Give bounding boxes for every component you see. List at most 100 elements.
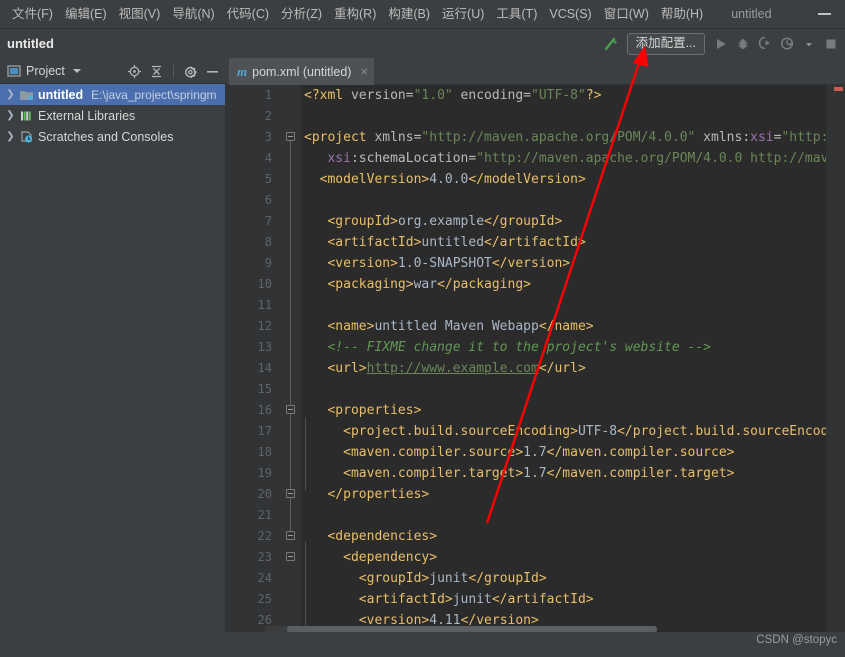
- line-number: 2: [264, 109, 272, 123]
- code-line-18: <maven.compiler.source>1.7</maven.compil…: [343, 445, 735, 460]
- line-number: 22: [257, 529, 272, 543]
- fold-toggle-properties[interactable]: [286, 405, 295, 414]
- profile-icon[interactable]: [777, 34, 797, 54]
- line-number: 11: [257, 298, 272, 312]
- menu-item-view[interactable]: 视图(V): [113, 3, 167, 25]
- fold-toggle-dependencies[interactable]: [286, 531, 295, 540]
- project-tree: ❯ untitled E:\java_project\springm ❯ Ext…: [0, 84, 225, 657]
- line-number: 20: [257, 487, 272, 501]
- menu-item-code[interactable]: 代码(C): [221, 3, 275, 25]
- tab-pom-xml[interactable]: m pom.xml (untitled) ×: [229, 58, 375, 85]
- close-icon[interactable]: ×: [360, 64, 368, 79]
- stop-icon[interactable]: [821, 34, 841, 54]
- line-number: 23: [257, 550, 272, 564]
- menu-item-help[interactable]: 帮助(H): [655, 3, 709, 25]
- code-line-5: <modelVersion>4.0.0</modelVersion>: [319, 172, 586, 187]
- chevron-down-icon[interactable]: [72, 68, 81, 73]
- menu-item-build[interactable]: 构建(B): [382, 3, 436, 25]
- chevron-down-icon[interactable]: [799, 34, 819, 54]
- menu-item-tools[interactable]: 工具(T): [490, 3, 543, 25]
- code-line-7: <groupId>org.example</groupId>: [327, 214, 563, 229]
- line-number: 17: [257, 424, 272, 438]
- project-window-icon: [7, 64, 21, 77]
- code-line-3: <project xmlns="http://maven.apache.org/…: [304, 130, 845, 145]
- debug-icon[interactable]: [733, 34, 753, 54]
- libraries-icon: [21, 111, 31, 120]
- code-content[interactable]: <?xml version="1.0" encoding="UTF-8"?> <…: [301, 85, 845, 632]
- chevron-right-icon[interactable]: ❯: [6, 110, 15, 121]
- code-editor[interactable]: 1 2 3 4 5 6 7 8 9 10 11 12 13 14 15 16 1…: [225, 85, 845, 632]
- chevron-right-icon[interactable]: ❯: [6, 89, 15, 100]
- menu-item-navigate[interactable]: 导航(N): [166, 3, 220, 25]
- window-title: untitled: [731, 7, 772, 21]
- minimize-icon[interactable]: [818, 13, 831, 15]
- menu-item-run[interactable]: 运行(U): [436, 3, 490, 25]
- main-toolbar: untitled 添加配置...: [0, 29, 845, 58]
- watermark: CSDN @stopyc: [756, 634, 837, 646]
- line-number: 25: [257, 592, 272, 606]
- line-number-gutter: 1 2 3 4 5 6 7 8 9 10 11 12 13 14 15 16 1…: [225, 85, 278, 632]
- fold-end-properties[interactable]: [286, 489, 295, 498]
- menu-bar: 文件(F) 编辑(E) 视图(V) 导航(N) 代码(C) 分析(Z) 重构(R…: [0, 0, 845, 29]
- line-number: 9: [264, 256, 272, 270]
- add-config-button[interactable]: 添加配置...: [626, 32, 705, 55]
- code-line-16: <properties>: [327, 403, 422, 418]
- locate-target-icon[interactable]: [126, 63, 143, 80]
- code-line-22: <dependencies>: [327, 529, 438, 544]
- error-stripe-mark[interactable]: [834, 87, 843, 91]
- status-bar: [0, 632, 845, 657]
- code-line-24: <groupId>junit</groupId>: [358, 571, 547, 586]
- line-number: 16: [257, 403, 272, 417]
- hide-panel-icon[interactable]: [204, 63, 221, 80]
- hammer-icon[interactable]: [601, 34, 621, 54]
- line-number: 14: [257, 361, 272, 375]
- menu-item-file[interactable]: 文件(F): [6, 3, 59, 25]
- tab-title: pom.xml (untitled): [252, 64, 352, 79]
- toolbar-divider: [173, 64, 174, 78]
- code-line-8: <artifactId>untitled</artifactId>: [327, 235, 586, 250]
- project-view-selector[interactable]: Project: [7, 64, 81, 78]
- line-number: 3: [264, 130, 272, 144]
- scratches-icon: [21, 130, 33, 143]
- code-line-17: <project.build.sourceEncoding>UTF-8</pro…: [343, 424, 845, 439]
- code-line-23: <dependency>: [343, 550, 438, 565]
- tree-item-untitled[interactable]: ❯ untitled E:\java_project\springm: [0, 84, 225, 105]
- menu-item-edit[interactable]: 编辑(E): [59, 3, 113, 25]
- code-line-20: </properties>: [327, 487, 430, 502]
- code-line-1: <?xml version="1.0" encoding="UTF-8"?>: [304, 88, 602, 103]
- line-number: 8: [264, 235, 272, 249]
- line-number: 15: [257, 382, 272, 396]
- tree-item-label: Scratches and Consoles: [38, 129, 174, 144]
- editor-marker-gutter[interactable]: [826, 85, 845, 632]
- toolbar-project-name: untitled: [7, 36, 54, 51]
- menu-item-refactor[interactable]: 重构(R): [328, 3, 382, 25]
- menu-item-analyze[interactable]: 分析(Z): [275, 3, 328, 25]
- line-number: 6: [264, 193, 272, 207]
- code-line-13: <!-- FIXME change it to the project's we…: [327, 340, 711, 355]
- menu-item-window[interactable]: 窗口(W): [598, 3, 655, 25]
- tree-item-external-libraries[interactable]: ❯ External Libraries: [0, 105, 225, 126]
- code-line-25: <artifactId>junit</artifactId>: [358, 592, 594, 607]
- run-with-coverage-icon[interactable]: [755, 34, 775, 54]
- tree-item-label: untitled: [38, 87, 84, 102]
- code-line-12: <name>untitled Maven Webapp</name>: [327, 319, 594, 334]
- fold-gutter[interactable]: [278, 85, 306, 632]
- run-icon[interactable]: [711, 34, 731, 54]
- code-line-10: <packaging>war</packaging>: [327, 277, 531, 292]
- toolbar-right-group: 添加配置...: [601, 29, 841, 58]
- menu-item-vcs[interactable]: VCS(S): [543, 3, 597, 25]
- line-number: 12: [257, 319, 272, 333]
- fold-toggle-dependency[interactable]: [286, 552, 295, 561]
- intellij-idea-window: 文件(F) 编辑(E) 视图(V) 导航(N) 代码(C) 分析(Z) 重构(R…: [0, 0, 845, 657]
- gear-icon[interactable]: [182, 63, 199, 80]
- line-number: 24: [257, 571, 272, 585]
- chevron-right-icon[interactable]: ❯: [6, 131, 15, 142]
- fold-toggle-project[interactable]: [286, 132, 295, 141]
- line-number: 10: [257, 277, 272, 291]
- collapse-all-icon[interactable]: [148, 63, 165, 80]
- tree-item-scratches-and-consoles[interactable]: ❯ Scratches and Consoles: [0, 126, 225, 147]
- tree-item-label: External Libraries: [38, 108, 136, 123]
- project-panel-title: Project: [26, 63, 65, 78]
- line-number: 5: [264, 172, 272, 186]
- code-line-14: <url>http://www.example.com</url>: [327, 361, 586, 376]
